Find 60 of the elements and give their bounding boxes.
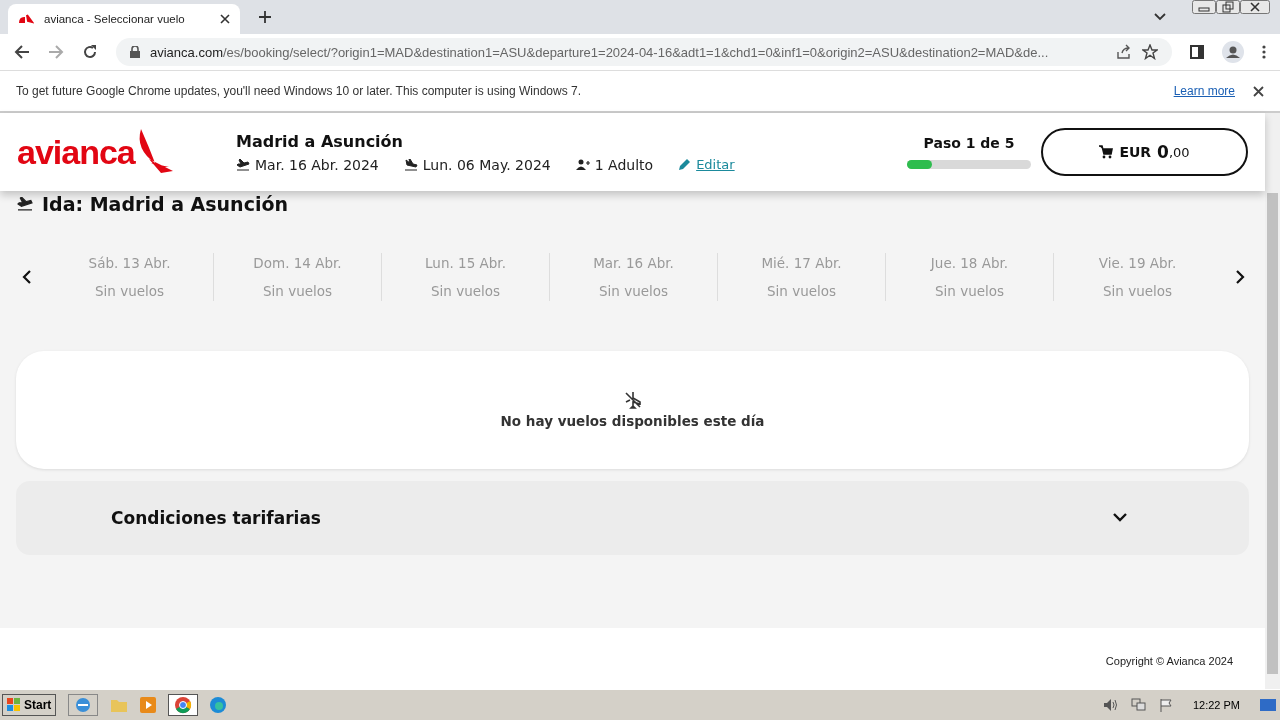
cart-button[interactable]: EUR 0,00: [1041, 128, 1248, 176]
menu-icon[interactable]: [1262, 45, 1266, 59]
lock-icon: [130, 46, 140, 58]
no-flights-icon: [623, 391, 642, 409]
date-option[interactable]: Sáb. 13 Abr. Sin vuelos: [46, 253, 214, 301]
takeoff-icon: [16, 197, 34, 211]
address-bar[interactable]: avianca.com/es/booking/select/?origin1=MAD&destination1=ASU&departure1=2024-04-16&adt1=1&chd1=0&inf1=0&origin2=ASU&destination2=MAD&de...: [116, 38, 1172, 66]
speaker-icon[interactable]: [1102, 698, 1119, 712]
conditions-title: Condiciones tarifarias: [111, 508, 321, 528]
browser-tab[interactable]: avianca - Seleccionar vuelo: [8, 4, 240, 34]
star-icon[interactable]: [1142, 44, 1158, 60]
profile-icon[interactable]: [1222, 41, 1244, 63]
date-option[interactable]: Lun. 15 Abr. Sin vuelos: [382, 253, 550, 301]
windows-logo-icon: [7, 698, 21, 712]
chevron-down-icon[interactable]: [1154, 13, 1166, 21]
chrome-icon[interactable]: [168, 694, 199, 716]
tab-title: avianca - Seleccionar vuelo: [44, 13, 186, 25]
side-panel-icon[interactable]: [1190, 45, 1204, 59]
bird-logo-icon: [18, 13, 34, 25]
landing-icon: [403, 158, 418, 171]
new-tab-icon[interactable]: [258, 10, 272, 24]
restore-icon[interactable]: [1216, 0, 1240, 14]
chevron-right-icon[interactable]: [1235, 270, 1245, 284]
scrollbar[interactable]: [1265, 113, 1280, 689]
takeoff-icon: [236, 158, 250, 171]
date-option[interactable]: Vie. 19 Abr. Sin vuelos: [1054, 253, 1221, 301]
close-icon[interactable]: [1240, 0, 1270, 14]
cart-icon: [1099, 145, 1114, 159]
pencil-icon[interactable]: [678, 158, 692, 171]
section-title: Ida: Madrid a Asunción: [42, 193, 288, 215]
flag-icon[interactable]: [1158, 698, 1173, 712]
chevron-left-icon[interactable]: [22, 270, 32, 284]
copyright-text: Copyright © Avianca 2024: [1105, 655, 1233, 667]
conditions-accordion[interactable]: Condiciones tarifarias: [16, 481, 1249, 555]
logo-text: avianca: [17, 132, 135, 172]
edit-link[interactable]: Editar: [696, 157, 735, 172]
close-icon[interactable]: [220, 14, 230, 24]
infobar-message: To get future Google Chrome updates, you'll need Windows 10 or later. This computer is using Windows 7.: [16, 84, 582, 98]
learn-more-link[interactable]: Learn more: [1173, 84, 1235, 98]
network-icon[interactable]: [1130, 698, 1147, 712]
date-option[interactable]: Mié. 17 Abr. Sin vuelos: [718, 253, 886, 301]
date-option[interactable]: Dom. 14 Abr. Sin vuelos: [214, 253, 382, 301]
people-icon: [575, 158, 590, 171]
close-icon[interactable]: [1253, 85, 1264, 97]
chevron-icon: [1113, 513, 1127, 523]
start-button[interactable]: Start: [2, 694, 57, 716]
route-title: Madrid a Asunción: [236, 131, 404, 151]
clock: 12:22 PM: [1192, 699, 1240, 711]
return-date: Lun. 06 May. 2024: [422, 156, 551, 173]
empty-message: No hay vuelos disponibles este día: [500, 413, 765, 429]
departure-date: Mar. 16 Abr. 2024: [255, 156, 379, 173]
media-player-icon[interactable]: [140, 697, 157, 713]
reload-icon[interactable]: [82, 44, 98, 60]
date-option[interactable]: Mar. 16 Abr. Sin vuelos: [550, 253, 718, 301]
passenger-count: 1 Adulto: [594, 156, 654, 173]
back-icon[interactable]: [14, 44, 30, 60]
step-label: Paso 1 de 5: [923, 135, 1015, 151]
minimize-icon[interactable]: [1192, 0, 1216, 14]
date-option[interactable]: Jue. 18 Abr. Sin vuelos: [886, 253, 1054, 301]
share-icon[interactable]: [1116, 44, 1132, 60]
